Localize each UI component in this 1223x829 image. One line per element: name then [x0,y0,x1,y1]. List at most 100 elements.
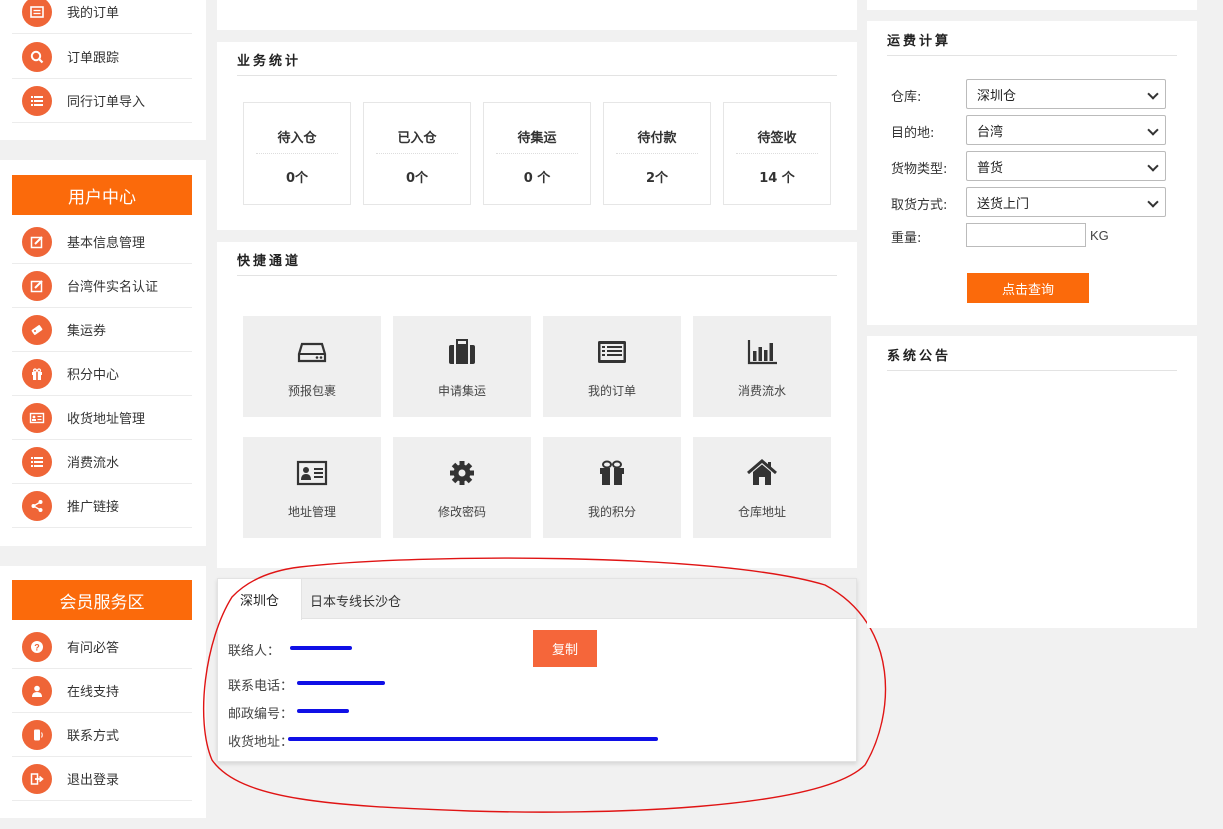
stat-value: 0个 [285,171,309,186]
divider [616,153,698,154]
sidebar-item-my-orders[interactable]: 我的订单 [12,0,192,34]
tab-changsha[interactable]: 日本专线长沙仓 [310,591,401,610]
stat-label: 已入仓 [397,131,437,146]
query-button[interactable]: 点击查询 [967,273,1089,303]
stat-inbound[interactable]: 已入仓 0个 [363,102,471,205]
shortcuts-title: 快捷通道 [237,254,302,269]
redaction-scribble [288,737,658,741]
briefcase-icon [449,339,475,364]
divider [887,55,1177,56]
sidebar-item-coupons[interactable]: 集运券 [12,308,192,352]
tile-label: 我的订单 [587,384,636,398]
question-icon: ? [22,631,52,662]
list-icon [22,85,52,116]
select-value: 送货上门 [977,196,1030,212]
chevron-down-icon [1147,124,1159,136]
stat-value: 0个 [405,171,429,186]
ticket-icon [22,314,52,345]
warehouse-select[interactable]: 深圳仓 [966,79,1166,109]
weight-label: 重量: [891,231,922,246]
warehouse-label: 仓库: [891,90,922,105]
shortcut-apply-consolidation[interactable]: 申请集运 [393,316,531,417]
cargo-type-select[interactable]: 普货 [966,151,1166,181]
phone-label: 联系电话： [228,679,294,694]
shortcut-my-points[interactable]: 我的积分 [543,437,681,538]
select-value: 深圳仓 [977,88,1017,104]
sidebar-item-basic-info[interactable]: 基本信息管理 [12,220,192,264]
pickup-method-select[interactable]: 送货上门 [966,187,1166,217]
sidebar-item-label: 在线支持 [67,685,120,700]
divider [887,370,1177,371]
weight-input[interactable] [966,223,1086,247]
stat-label: 待集运 [517,131,557,146]
chevron-down-icon [1147,88,1159,100]
copy-button[interactable]: 复制 [533,630,597,667]
stat-pending-inbound[interactable]: 待入仓 0个 [243,102,351,205]
stats-title: 业务统计 [237,54,302,69]
shortcut-warehouse-address[interactable]: 仓库地址 [693,437,831,538]
member-service-header: 会员服务区 [12,580,192,620]
chevron-down-icon [1147,160,1159,172]
select-value: 台湾 [977,124,1004,140]
sidebar-item-online-support[interactable]: 在线支持 [12,669,192,713]
sidebar-item-logout[interactable]: 退出登录 [12,757,192,801]
sidebar-item-points-center[interactable]: 积分中心 [12,352,192,396]
tile-label: 我的积分 [587,505,636,519]
list-alt-icon [598,341,626,363]
stat-pending-payment[interactable]: 待付款 2个 [603,102,711,205]
sidebar-item-address-management[interactable]: 收货地址管理 [12,396,192,440]
sidebar-item-taiwan-verify[interactable]: 台湾件实名认证 [12,264,192,308]
stat-value: 2个 [645,171,669,186]
stat-pending-consolidation[interactable]: 待集运 0 个 [483,102,591,205]
shortcut-spending-log[interactable]: 消费流水 [693,316,831,417]
announcement-title: 系统公告 [887,349,952,364]
sidebar-item-label: 同行订单导入 [67,95,146,110]
divider [496,153,578,154]
search-icon [22,41,52,72]
tile-label: 修改密码 [437,505,486,519]
stat-label: 待签收 [757,131,797,146]
svg-text:?: ? [34,642,40,652]
shortcut-my-orders[interactable]: 我的订单 [543,316,681,417]
sidebar-item-promo-link[interactable]: 推广链接 [12,484,192,528]
sidebar-item-peer-order-import[interactable]: 同行订单导入 [12,79,192,123]
sidebar-item-label: 收货地址管理 [67,412,146,427]
tile-label: 地址管理 [287,505,336,519]
sidebar-item-label: 有问必答 [67,641,120,656]
chevron-down-icon [1147,196,1159,208]
sidebar-item-contact[interactable]: 联系方式 [12,713,192,757]
tab-shenzhen[interactable]: 深圳仓 [218,579,302,620]
pickup-method-label: 取货方式: [891,198,948,213]
user-icon [22,675,52,706]
sidebar-item-label: 退出登录 [67,773,120,788]
stat-pending-receipt[interactable]: 待签收 14 个 [723,102,831,205]
logout-icon [22,763,52,794]
edit-icon [22,270,52,301]
share-icon [22,490,52,521]
address-label: 收货地址： [228,735,294,750]
destination-select[interactable]: 台湾 [966,115,1166,145]
redaction-scribble [297,709,349,713]
list-icon [22,0,52,27]
shortcut-forecast-parcel[interactable]: 预报包裹 [243,316,381,417]
divider [256,153,338,154]
right-top-panel [867,0,1197,10]
sidebar-item-order-tracking[interactable]: 订单跟踪 [12,35,192,79]
select-value: 普货 [977,160,1004,176]
list-icon [22,446,52,477]
home-icon [747,459,777,485]
sidebar-item-spending-log[interactable]: 消费流水 [12,440,192,484]
sidebar-item-faq[interactable]: ? 有问必答 [12,625,192,669]
postcode-label: 邮政编号： [228,707,294,722]
weight-unit: KG [1090,228,1109,243]
calculator-title: 运费计算 [887,34,952,49]
hdd-icon [297,342,327,363]
sidebar-item-label: 基本信息管理 [67,236,146,251]
divider [237,75,837,76]
shortcut-change-password[interactable]: 修改密码 [393,437,531,538]
destination-label: 目的地: [891,126,935,141]
gift-icon [600,460,624,485]
sidebar-item-label: 联系方式 [67,729,120,744]
shortcut-address-management[interactable]: 地址管理 [243,437,381,538]
gear-icon [450,461,474,485]
